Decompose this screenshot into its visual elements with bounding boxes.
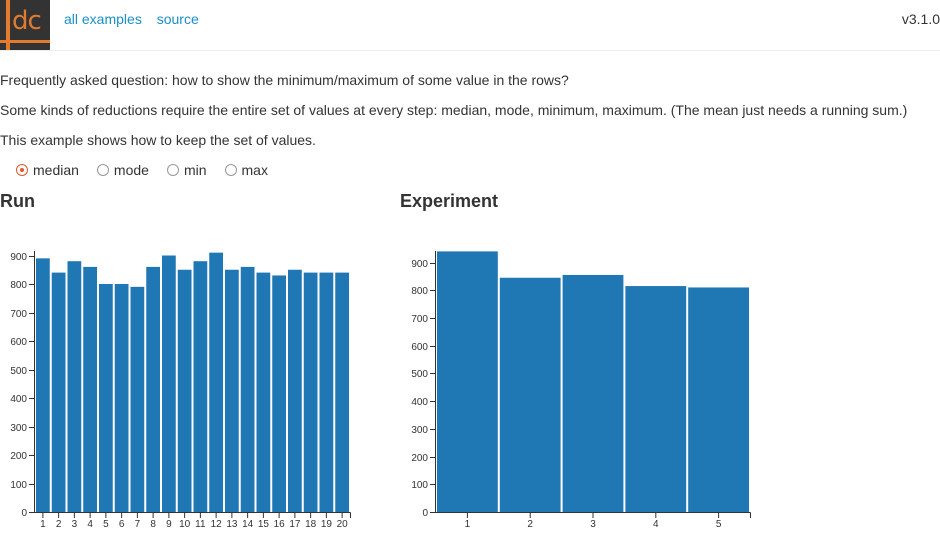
run-y-tick-label: 0 (21, 508, 27, 519)
experiment-bar (437, 251, 498, 512)
run-bar (319, 272, 334, 512)
run-x-tick-label: 8 (150, 519, 156, 530)
experiment-x-tick-label: 1 (465, 519, 471, 530)
run-x-tick-label: 14 (242, 519, 254, 530)
run-x-tick-label: 2 (56, 519, 62, 530)
experiment-x-tick-label: 2 (527, 519, 533, 530)
experiment-bar (562, 274, 624, 512)
run-bar (256, 272, 271, 512)
run-bar (193, 261, 208, 512)
experiment-y-tick-label: 500 (411, 369, 428, 380)
experiment-y-tick-label: 300 (411, 425, 428, 436)
experiment-bar (499, 277, 561, 512)
run-x-tick-label: 9 (166, 519, 172, 530)
run-bar (146, 266, 160, 512)
run-y-tick-label: 900 (10, 252, 27, 263)
run-x-tick-label: 4 (87, 519, 93, 530)
run-bar (83, 266, 97, 512)
run-x-tick-label: 16 (274, 519, 286, 530)
run-y-tick-label: 400 (10, 394, 27, 405)
experiment-y-tick-label: 400 (411, 397, 428, 408)
run-y-tick-label: 700 (10, 309, 27, 320)
experiment-y-tick-label: 0 (422, 508, 428, 519)
run-bar (288, 269, 302, 512)
run-bar (225, 269, 239, 512)
experiment-x-tick-label: 4 (653, 519, 659, 530)
experiment-x-tick-label: 3 (590, 519, 596, 530)
run-y-tick-label: 800 (10, 280, 27, 291)
run-y-tick-label: 300 (10, 423, 27, 434)
run-x-tick-label: 11 (195, 519, 206, 530)
run-x-tick-label: 15 (258, 519, 270, 530)
run-x-tick-label: 3 (72, 519, 78, 530)
run-x-tick-label: 1 (40, 519, 46, 530)
run-bar (99, 284, 113, 512)
run-y-tick-label: 200 (10, 451, 27, 462)
run-bar-chart: 01002003004005006007008009001 2 3 4 5 6 7 8 9 10 1… (10, 251, 751, 530)
experiment-y-tick-label: 900 (411, 259, 428, 270)
run-x-tick-label: 12 (211, 519, 223, 530)
run-bar (209, 252, 223, 512)
run-x-tick-label: 6 (119, 519, 125, 530)
run-x-tick-label: 10 (179, 519, 191, 530)
run-bar (240, 266, 255, 512)
run-bar (114, 284, 129, 512)
run-bar (177, 269, 192, 512)
experiment-y-tick-label: 100 (411, 480, 428, 491)
experiment-y-tick-label: 200 (411, 453, 428, 464)
run-x-tick-label: 13 (226, 519, 238, 530)
experiment-bar (625, 286, 687, 512)
run-x-tick-label: 17 (289, 519, 301, 530)
run-bar (67, 261, 82, 512)
run-y-tick-label: 100 (10, 480, 27, 491)
experiment-bar (688, 287, 749, 512)
run-bar (36, 258, 50, 512)
run-bar (335, 272, 349, 512)
run-bar (162, 255, 176, 512)
run-x-tick-label: 18 (305, 519, 317, 530)
run-bar (51, 272, 66, 512)
run-bar (130, 286, 145, 512)
run-y-tick-label: 600 (10, 337, 27, 348)
run-x-tick-label: 5 (103, 519, 109, 530)
run-y-tick-label: 500 (10, 366, 27, 377)
run-bar (272, 275, 286, 512)
experiment-y-tick-label: 700 (411, 314, 428, 325)
run-bar (303, 272, 318, 512)
experiment-y-tick-label: 600 (411, 342, 428, 353)
run-x-tick-label: 19 (321, 519, 333, 530)
experiment-y-tick-label: 800 (411, 286, 428, 297)
run-x-tick-label: 20 (337, 519, 349, 530)
run-x-tick-label: 7 (135, 519, 141, 530)
experiment-x-tick-label: 5 (716, 519, 722, 530)
